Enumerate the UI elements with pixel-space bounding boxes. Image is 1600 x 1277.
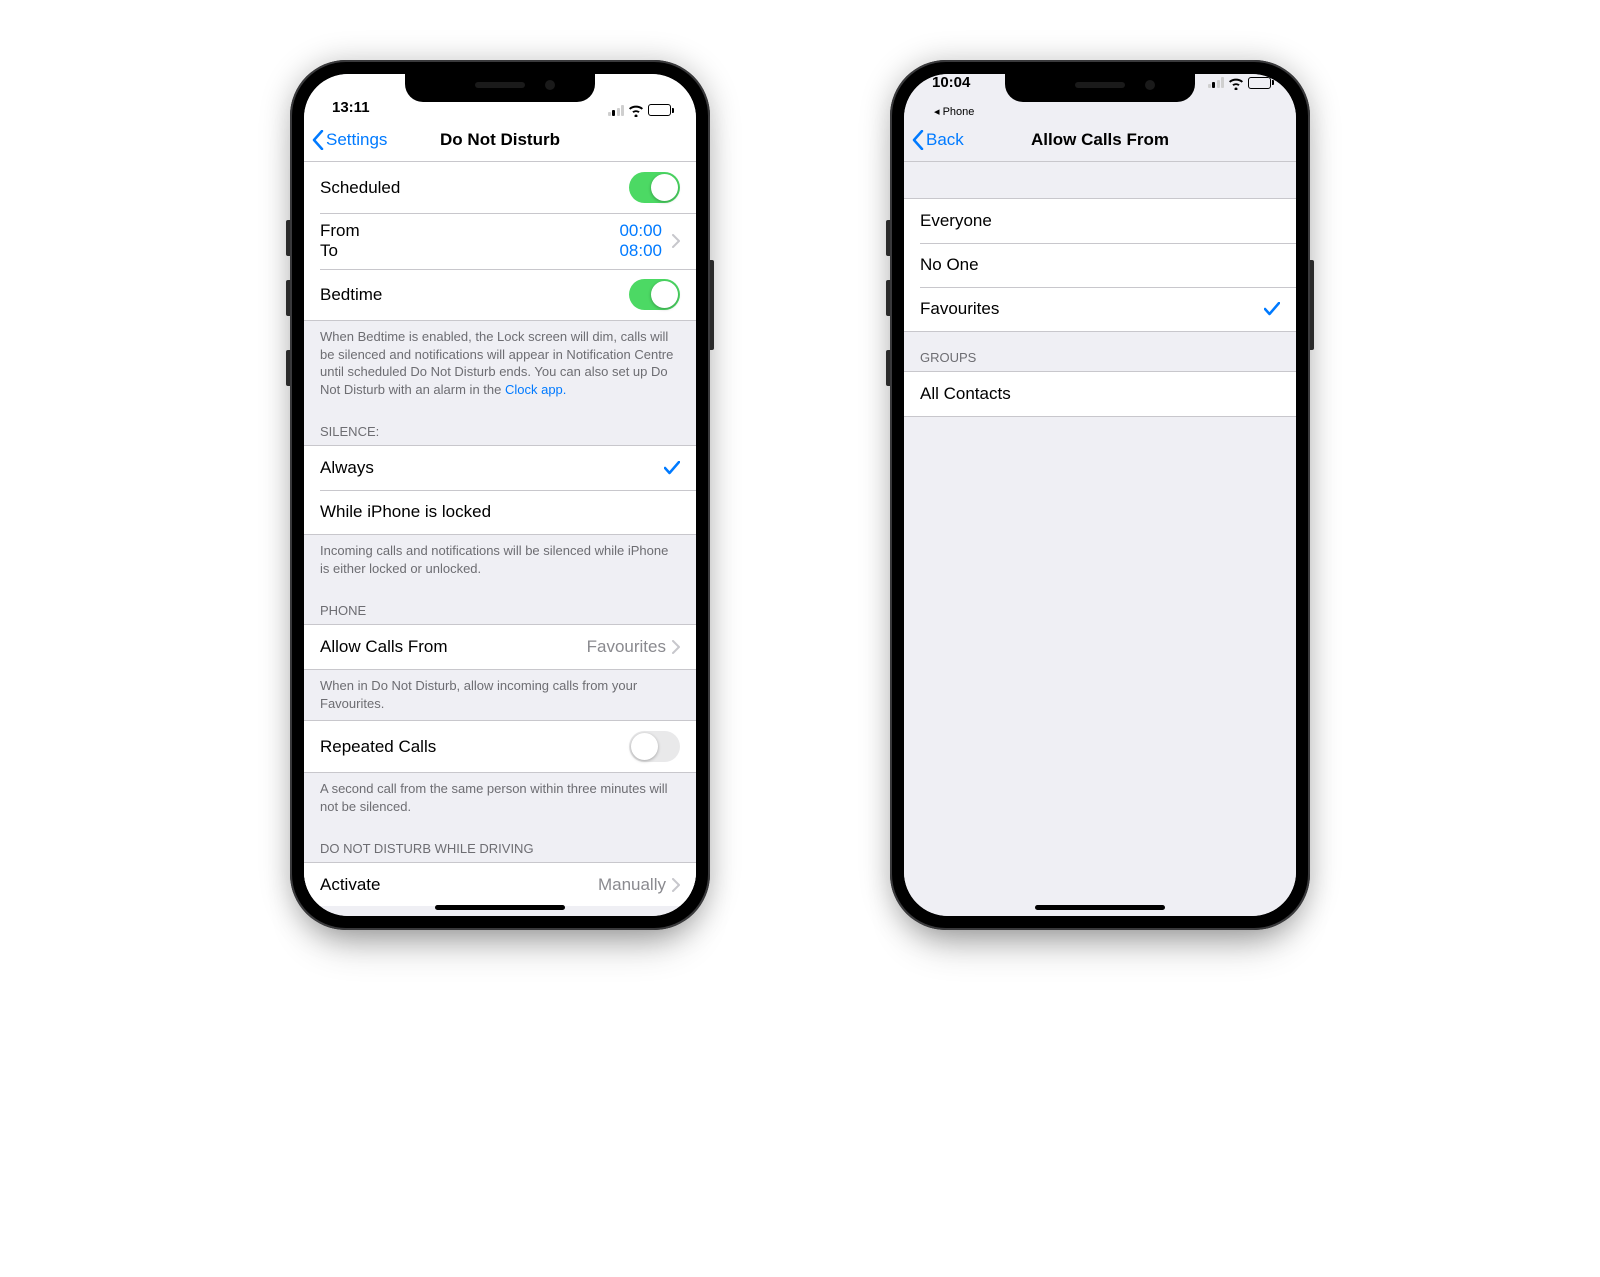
wifi-icon [1228,77,1244,89]
silence-always-label: Always [320,458,664,478]
driving-header: DO NOT DISTURB WHILE DRIVING [304,823,696,862]
allow-calls-footer: When in Do Not Disturb, allow incoming c… [304,670,696,720]
repeated-calls-toggle[interactable] [629,731,680,762]
groups-header: GROUPS [904,332,1296,371]
option-noone[interactable]: No One [904,243,1296,287]
allow-calls-row[interactable]: Allow Calls From Favourites [304,625,696,669]
phone-header: PHONE [304,585,696,624]
checkmark-icon [1264,302,1280,316]
repeated-calls-row[interactable]: Repeated Calls [304,721,696,772]
scheduled-toggle[interactable] [629,172,680,203]
checkmark-icon [664,461,680,475]
to-label: To [320,241,338,261]
back-label: Settings [326,130,387,150]
activate-value: Manually [598,875,666,895]
iphone-left: 13:11 Settings Do Not Disturb [290,60,710,930]
silence-footer: Incoming calls and notifications will be… [304,535,696,585]
repeated-calls-label: Repeated Calls [320,737,629,757]
scheduled-row[interactable]: Scheduled [304,162,696,213]
scheduled-label: Scheduled [320,178,629,198]
page-title: Allow Calls From [1031,130,1169,150]
allow-calls-value: Favourites [587,637,666,657]
screen-dnd: 13:11 Settings Do Not Disturb [304,74,696,916]
status-time: 13:11 [332,99,370,116]
home-indicator[interactable] [435,905,565,910]
notch [1005,74,1195,102]
silence-locked-label: While iPhone is locked [320,502,680,522]
page-title: Do Not Disturb [440,130,560,150]
option-all-contacts[interactable]: All Contacts [904,372,1296,416]
bedtime-label: Bedtime [320,285,629,305]
screen-allowcalls: 10:04 ◂ Phone Back Allow Calls From [904,74,1296,916]
clock-app-link[interactable]: Clock app. [505,382,566,397]
iphone-right: 10:04 ◂ Phone Back Allow Calls From [890,60,1310,930]
chevron-right-icon [672,878,680,892]
activate-row[interactable]: Activate Manually [304,862,696,906]
from-value: 00:00 [619,221,680,241]
allowcalls-content[interactable]: Everyone No One Favourites GROUPS All Co… [904,162,1296,916]
back-button[interactable]: Settings [312,130,387,150]
status-icons [1208,77,1275,89]
option-favourites[interactable]: Favourites [904,287,1296,331]
silence-header: SILENCE: [304,406,696,445]
option-favourites-label: Favourites [920,299,1264,319]
chevron-right-icon [672,234,680,248]
option-all-contacts-label: All Contacts [920,384,1280,404]
status-icons [608,104,675,116]
schedule-time-row[interactable]: From 00:00 To 08:00 [304,213,696,269]
option-everyone[interactable]: Everyone [904,199,1296,243]
nav-bar: Back Allow Calls From [904,118,1296,162]
bedtime-toggle[interactable] [629,279,680,310]
dnd-content[interactable]: Scheduled From 00:00 To 08:00 Bedtime When… [304,162,696,916]
back-button[interactable]: Back [912,130,964,150]
activate-label: Activate [320,875,380,895]
notch [405,74,595,102]
battery-icon [1248,77,1274,89]
cellular-icon [1208,77,1225,88]
wifi-icon [628,104,644,116]
chevron-left-icon [312,130,324,150]
back-label: Back [926,130,964,150]
silence-always-row[interactable]: Always [304,446,696,490]
breadcrumb-back-to-app[interactable]: ◂ Phone [932,103,1274,118]
home-indicator[interactable] [1035,905,1165,910]
cellular-icon [608,105,625,116]
status-time: 10:04 [932,74,970,91]
option-everyone-label: Everyone [920,211,1280,231]
allow-calls-label: Allow Calls From [320,637,587,657]
bedtime-row[interactable]: Bedtime [304,269,696,320]
repeated-calls-footer: A second call from the same person withi… [304,773,696,823]
chevron-right-icon [672,640,680,654]
bedtime-footer: When Bedtime is enabled, the Lock screen… [304,321,696,406]
to-value: 08:00 [619,241,680,261]
chevron-left-icon [912,130,924,150]
from-label: From [320,221,360,241]
battery-icon [648,104,674,116]
silence-locked-row[interactable]: While iPhone is locked [304,490,696,534]
nav-bar: Settings Do Not Disturb [304,118,696,162]
option-noone-label: No One [920,255,1280,275]
